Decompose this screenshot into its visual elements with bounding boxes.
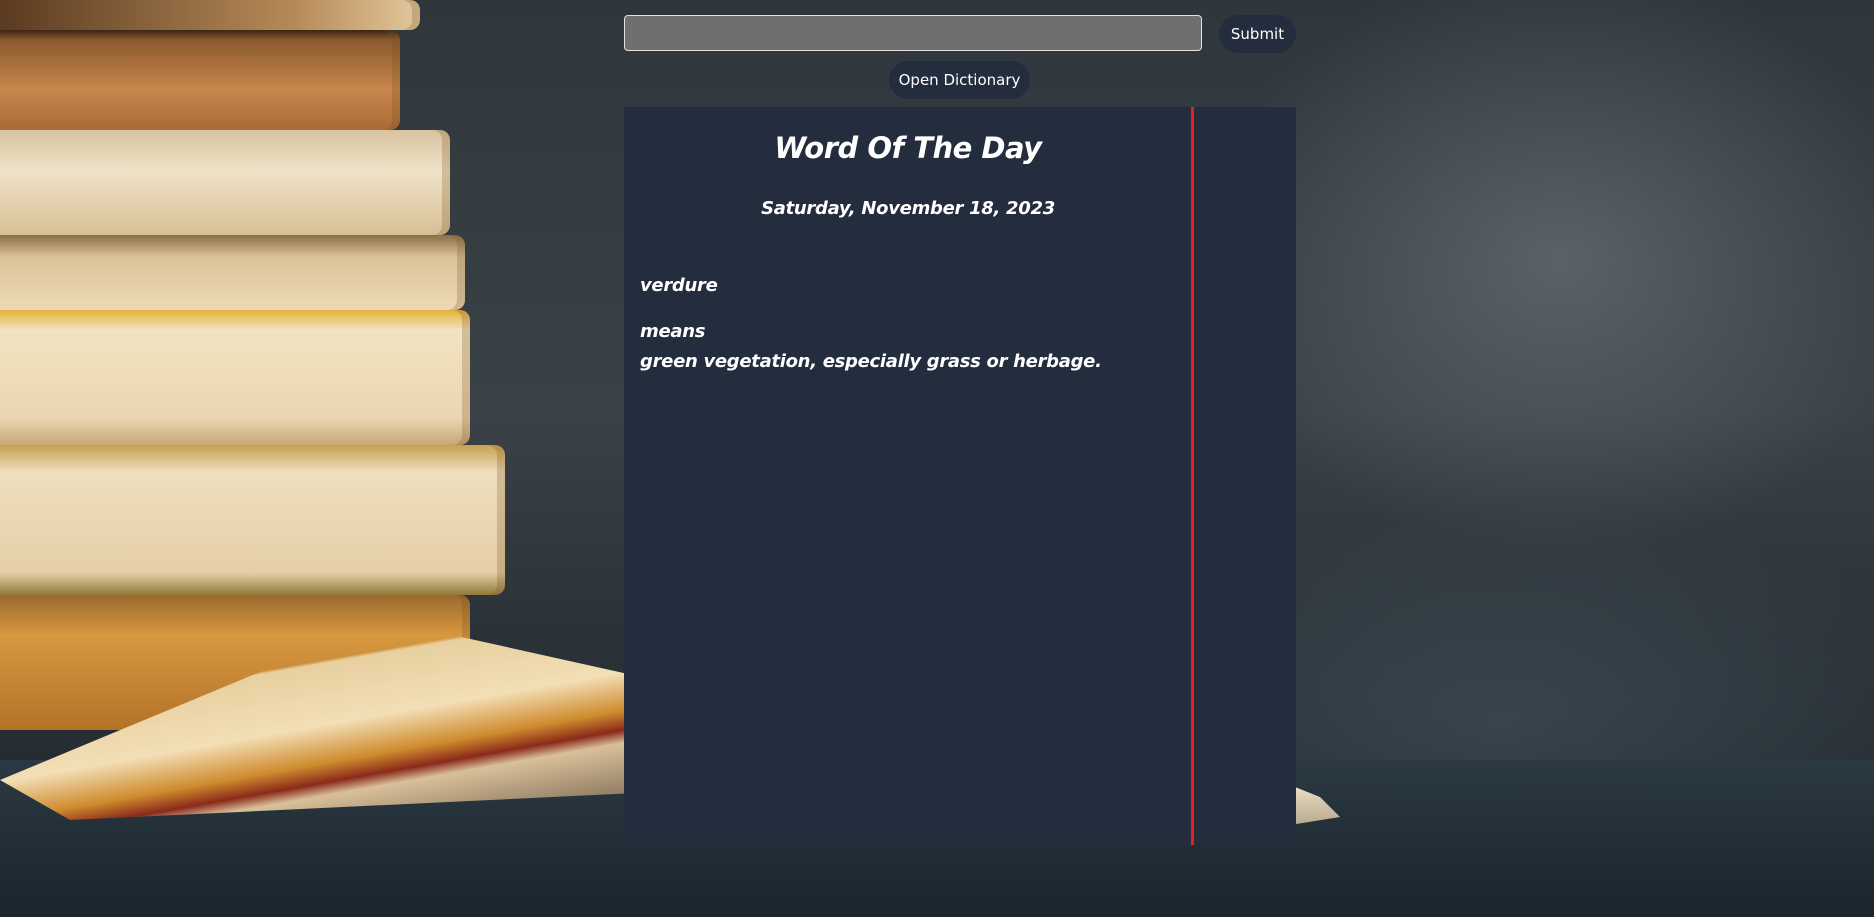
background-book (0, 310, 470, 445)
background-book (0, 235, 465, 310)
card-title: Word Of The Day (774, 131, 1042, 165)
card-date: Saturday, November 18, 2023 (761, 198, 1055, 219)
word-of-the-day-card: Word Of The Day Saturday, November 18, 2… (624, 107, 1296, 845)
definition-text: green vegetation, especially grass or he… (640, 351, 1102, 372)
background-book (0, 30, 400, 130)
card-divider-line (1191, 107, 1194, 845)
background-book (0, 0, 420, 30)
open-dictionary-button[interactable]: Open Dictionary (889, 61, 1030, 99)
search-input[interactable] (624, 15, 1202, 51)
background-book (0, 445, 505, 595)
word-text: verdure (640, 275, 718, 296)
means-label: means (640, 321, 706, 342)
submit-button[interactable]: Submit (1219, 15, 1296, 53)
background-book (0, 130, 450, 235)
